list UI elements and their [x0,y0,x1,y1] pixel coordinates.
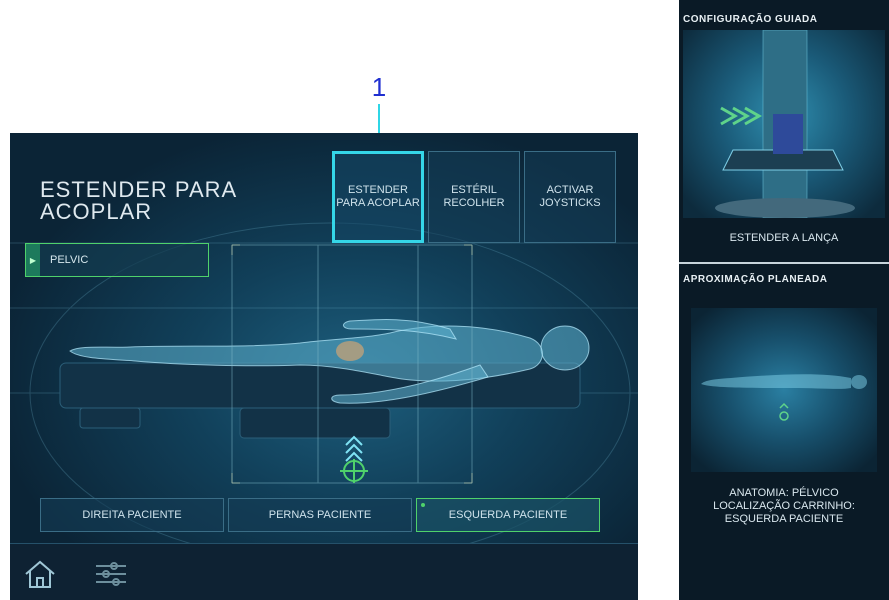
sterile-stow-label: ESTÉRIL RECOLHER [443,184,505,209]
planned-approach-illustration [691,308,877,472]
selected-indicator-icon [421,503,425,507]
extend-to-dock-button[interactable]: ESTENDER PARA ACOPLAR [332,151,424,243]
patient-right-button[interactable]: DIREITA PACIENTE [40,498,224,532]
planned-approach-heading: APROXIMAÇÃO PLANEADA [683,274,828,285]
boom-extension-illustration [683,29,885,219]
anatomy-selector[interactable]: ▶ PELVIC [25,243,209,277]
patient-left-button[interactable]: ESQUERDA PACIENTE [416,498,600,532]
patient-left-label: ESQUERDA PACIENTE [448,509,568,521]
extend-boom-caption: ESTENDER A LANÇA [729,232,839,244]
patient-right-label: DIREITA PACIENTE [82,509,182,521]
guided-setup-heading: CONFIGURAÇÃO GUIADA [683,14,818,25]
anatomy-selector-label: PELVIC [50,254,89,266]
patient-legs-button[interactable]: PERNAS PACIENTE [228,498,412,532]
boom-illustration-graphic [715,29,855,219]
extend-to-dock-label: ESTENDER PARA ACOPLAR [336,184,420,209]
touchscreen-display: ESTENDER PARA ACOPLAR ESTENDER PARA ACOP… [10,133,638,600]
callout-number: 1 [371,72,387,102]
guide-side-panel: CONFIGURAÇÃO GUIADA ESTENDER A LANÇA APR… [679,0,889,600]
home-icon[interactable] [22,558,58,590]
planned-approach-caption: ANATOMIA: PÉLVICO LOCALIZAÇÃO CARRINHO: … [713,487,855,525]
approach-illustration-graphic [701,374,867,421]
footer-bar [10,543,638,600]
expand-arrow-icon: ▶ [26,244,40,276]
activate-joysticks-label: ACTIVAR JOYSTICKS [539,184,601,209]
page-title: ESTENDER PARA ACOPLAR [40,179,237,223]
section-divider [679,262,889,264]
sliders-icon[interactable] [94,558,128,590]
page-title-line1: ESTENDER PARA [40,177,238,202]
sterile-stow-button[interactable]: ESTÉRIL RECOLHER [428,151,520,243]
activate-joysticks-button[interactable]: ACTIVAR JOYSTICKS [524,151,616,243]
patient-legs-label: PERNAS PACIENTE [268,509,372,521]
page-title-line2: ACOPLAR [40,199,153,224]
